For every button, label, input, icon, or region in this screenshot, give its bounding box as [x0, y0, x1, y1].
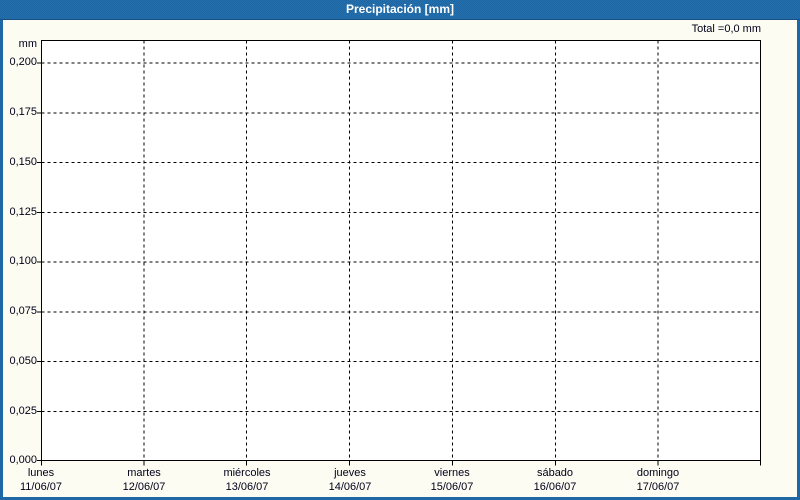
title-bar: Precipitación [mm] [0, 0, 800, 20]
day-name: sábado [536, 467, 574, 479]
frame-border-left [0, 0, 3, 500]
x-tick-label-martes: martes 12/06/07 [94, 466, 194, 494]
day-date: 11/06/07 [19, 481, 62, 493]
y-tick-label: 0,050 [9, 355, 37, 367]
day-name: martes [127, 467, 161, 479]
y-tick-label: 0,025 [9, 405, 37, 417]
y-axis-unit-label: mm [18, 38, 37, 50]
total-annotation: Total =0,0 mm [691, 23, 761, 35]
day-date: 16/06/07 [533, 481, 577, 493]
day-name: miércoles [223, 467, 271, 479]
day-date: 17/06/07 [636, 481, 680, 493]
x-axis-ticks [41, 460, 761, 466]
x-tick-label-viernes: viernes 15/06/07 [402, 466, 502, 494]
y-tick-label: 0,100 [9, 255, 37, 267]
x-tick-label-jueves: jueves 14/06/07 [300, 466, 400, 494]
day-date: 13/06/07 [225, 481, 269, 493]
plot-background [41, 40, 761, 461]
day-name: domingo [636, 467, 680, 479]
y-axis-ticks [37, 62, 42, 461]
y-tick-label: 0,125 [9, 206, 37, 218]
x-tick-label-miercoles: miércoles 13/06/07 [197, 466, 297, 494]
day-date: 14/06/07 [328, 481, 372, 493]
y-tick-label: 0,175 [9, 106, 37, 118]
x-tick-label-sabado: sábado 16/06/07 [505, 466, 605, 494]
y-tick-label: 0,150 [9, 156, 37, 168]
plot-area [37, 40, 761, 466]
day-name: lunes [27, 467, 55, 479]
day-name: viernes [434, 467, 470, 479]
chart-title: Precipitación [mm] [345, 2, 455, 16]
y-tick-label: 0,200 [9, 56, 37, 68]
day-name: jueves [334, 467, 366, 479]
chart-window: Precipitación [mm] Total =0,0 mm mm 0,20… [0, 0, 800, 500]
x-tick-label-domingo: domingo 17/06/07 [608, 466, 708, 494]
day-date: 12/06/07 [122, 481, 166, 493]
y-tick-label: 0,075 [9, 305, 37, 317]
x-tick-label-lunes: lunes 11/06/07 [0, 466, 91, 494]
day-date: 15/06/07 [430, 481, 474, 493]
